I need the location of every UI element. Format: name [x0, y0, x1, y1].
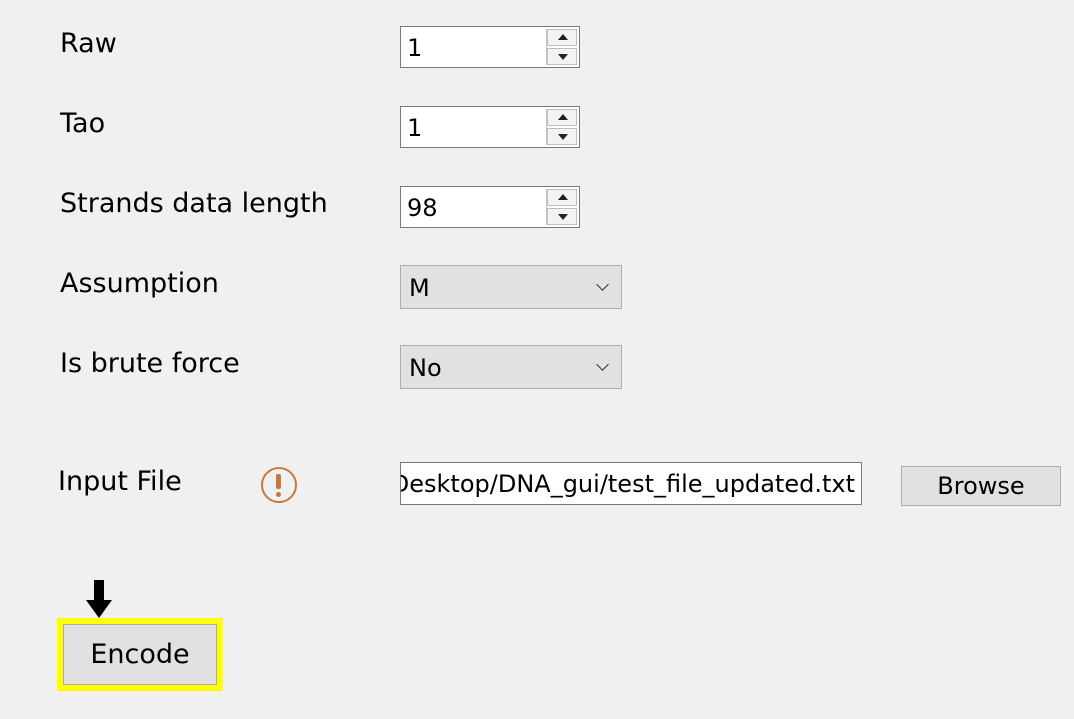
up-arrow-icon — [558, 194, 568, 200]
raw-spinbox[interactable]: 1 — [400, 26, 580, 68]
brute-force-label: Is brute force — [60, 348, 240, 379]
strands-value[interactable]: 98 — [407, 193, 438, 223]
browse-button[interactable]: Browse — [901, 466, 1061, 506]
input-file-label: Input File — [58, 466, 182, 497]
assumption-select[interactable]: M — [400, 265, 622, 309]
strands-increment-button[interactable] — [547, 189, 577, 206]
tao-spin-buttons — [546, 109, 577, 145]
up-arrow-icon — [558, 34, 568, 40]
input-file-path-field[interactable]: 'Desktop/DNA_gui/test_file_updated.txt — [400, 462, 862, 505]
tao-decrement-button[interactable] — [547, 128, 577, 145]
input-file-path-value: 'Desktop/DNA_gui/test_file_updated.txt — [400, 470, 855, 498]
strands-spin-buttons — [546, 189, 577, 225]
warning-bar — [276, 474, 281, 489]
chevron-down-icon — [596, 278, 609, 291]
raw-value[interactable]: 1 — [407, 33, 422, 63]
down-arrow-icon — [558, 214, 568, 220]
warning-dot — [276, 492, 281, 497]
tao-spinbox[interactable]: 1 — [400, 106, 580, 148]
assumption-label: Assumption — [60, 268, 219, 299]
strands-decrement-button[interactable] — [547, 208, 577, 225]
brute-force-select[interactable]: No — [400, 345, 622, 389]
raw-increment-button[interactable] — [547, 29, 577, 46]
assumption-value: M — [409, 274, 430, 302]
down-arrow-icon — [558, 54, 568, 60]
tao-value[interactable]: 1 — [407, 113, 422, 143]
down-arrow-icon — [86, 580, 112, 618]
tao-increment-button[interactable] — [547, 109, 577, 126]
exclamation-circle-icon — [261, 467, 297, 503]
chevron-down-icon — [596, 358, 609, 371]
brute-force-value: No — [409, 354, 442, 382]
encode-button[interactable]: Encode — [63, 624, 217, 685]
strands-label: Strands data length — [60, 188, 328, 219]
strands-spinbox[interactable]: 98 — [400, 186, 580, 228]
down-arrow-icon — [558, 134, 568, 140]
tao-label: Tao — [60, 108, 106, 139]
raw-label: Raw — [60, 28, 117, 59]
up-arrow-icon — [558, 114, 568, 120]
raw-spin-buttons — [546, 29, 577, 65]
raw-decrement-button[interactable] — [547, 48, 577, 65]
